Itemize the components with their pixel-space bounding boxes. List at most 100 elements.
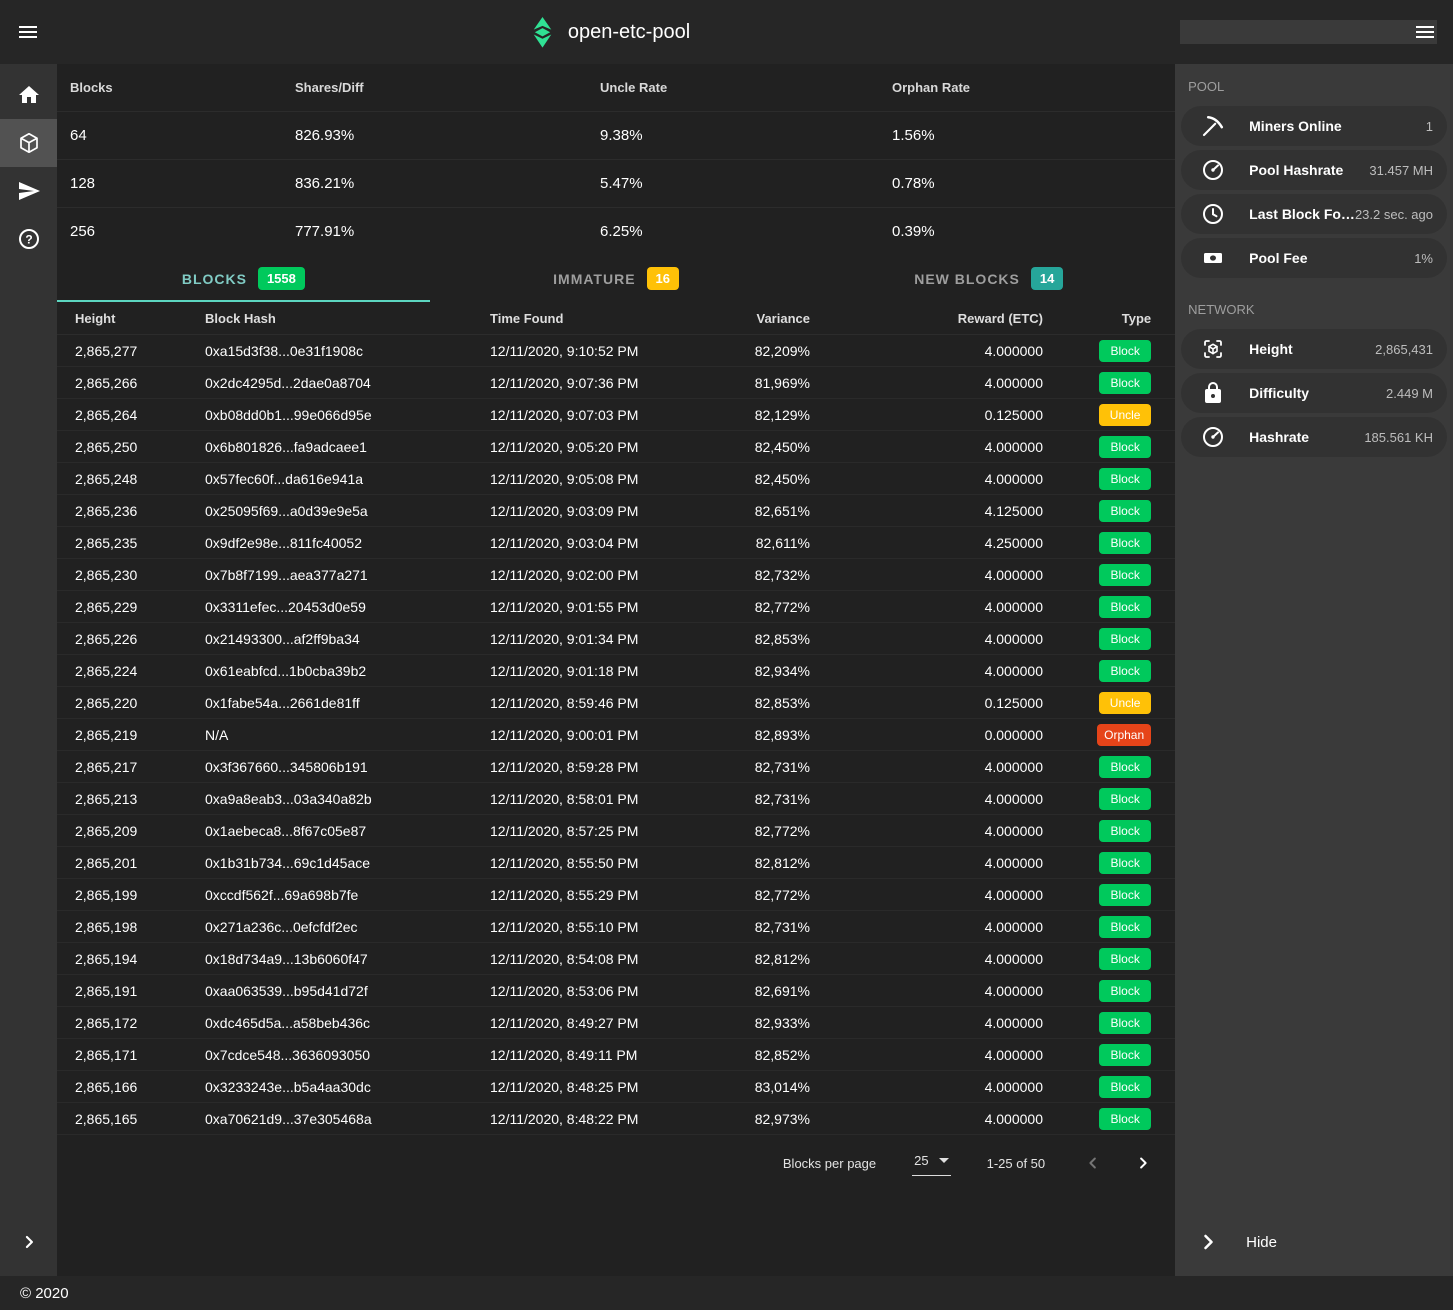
block-row: 2,865,1710x7cdce548...363609305012/11/20…	[57, 1039, 1175, 1071]
stats-row: 256777.91%6.25%0.39%	[57, 208, 1175, 255]
block-type-chip: Block	[1099, 980, 1151, 1002]
block-variance-cell: 82,812%	[730, 855, 810, 871]
menu-hamburger-left-icon[interactable]	[16, 20, 40, 44]
block-type-chip: Block	[1099, 820, 1151, 842]
block-reward-cell: 4.000000	[810, 919, 1043, 935]
block-variance-cell: 82,812%	[730, 951, 810, 967]
block-variance-cell: 82,732%	[730, 567, 810, 583]
chevron-left-icon	[1084, 1154, 1102, 1172]
block-variance-cell: 82,852%	[730, 1047, 810, 1063]
block-type-chip: Block	[1099, 372, 1151, 394]
rail-expand-button[interactable]	[0, 1218, 57, 1266]
left-nav-rail: ?	[0, 64, 57, 1276]
tab-immature[interactable]: IMMATURE 16	[430, 255, 803, 302]
sidebar-item-home[interactable]	[0, 71, 57, 119]
stats-side-panel: POOL Miners Online 1 Pool Hashrate 31.45…	[1175, 64, 1453, 1276]
block-variance-cell: 82,772%	[730, 599, 810, 615]
chevron-down-icon	[939, 1158, 949, 1163]
block-variance-cell: 81,969%	[730, 375, 810, 391]
block-type-chip: Block	[1099, 756, 1151, 778]
block-time-cell: 12/11/2020, 9:05:08 PM	[490, 471, 730, 487]
block-height-cell: 2,865,172	[75, 1015, 205, 1031]
block-height-cell: 2,865,201	[75, 855, 205, 871]
tab-new-blocks[interactable]: NEW BLOCKS 14	[802, 255, 1175, 302]
block-time-cell: 12/11/2020, 9:10:52 PM	[490, 343, 730, 359]
pool-last-block-item: Last Block Fo… 23.2 sec. ago	[1181, 194, 1447, 234]
prev-page-button[interactable]	[1081, 1151, 1105, 1175]
block-height-cell: 2,865,165	[75, 1111, 205, 1127]
stats-cell-blocks: 128	[70, 175, 295, 192]
chevron-right-icon	[19, 1232, 39, 1252]
block-type-chip: Block	[1099, 468, 1151, 490]
block-hash-cell: 0x1fabe54a...2661de81ff	[205, 695, 490, 711]
block-row: 2,865,1910xaa063539...b95d41d72f12/11/20…	[57, 975, 1175, 1007]
network-item-value: 2.449 M	[1386, 386, 1433, 401]
block-variance-cell: 82,731%	[730, 919, 810, 935]
block-row: 2,865,1660x3233243e...b5a4aa30dc12/11/20…	[57, 1071, 1175, 1103]
sidebar-item-help[interactable]: ?	[0, 215, 57, 263]
header-branding: open-etc-pool	[40, 17, 1180, 48]
block-time-cell: 12/11/2020, 8:55:29 PM	[490, 887, 730, 903]
block-type-chip: Block	[1099, 916, 1151, 938]
stats-cell-orphan_rate: 0.39%	[892, 223, 1162, 240]
pool-item-label: Pool Fee	[1249, 250, 1307, 266]
sidebar-item-payments[interactable]	[0, 167, 57, 215]
pool-section-label: POOL	[1175, 64, 1453, 106]
block-variance-cell: 83,014%	[730, 1079, 810, 1095]
block-type-cell: Block	[1043, 948, 1157, 970]
block-type-chip: Block	[1099, 532, 1151, 554]
block-reward-cell: 4.000000	[810, 599, 1043, 615]
gauge-icon	[1201, 158, 1225, 182]
pickaxe-icon	[1201, 114, 1225, 138]
block-type-chip: Block	[1099, 884, 1151, 906]
block-type-cell: Block	[1043, 660, 1157, 682]
block-row: 2,865,2360x25095f69...a0d39e9e5a12/11/20…	[57, 495, 1175, 527]
block-time-cell: 12/11/2020, 8:49:27 PM	[490, 1015, 730, 1031]
block-type-cell: Block	[1043, 340, 1157, 362]
network-item-value: 2,865,431	[1375, 342, 1433, 357]
tab-blocks[interactable]: BLOCKS 1558	[57, 255, 430, 302]
app-root: open-etc-pool	[0, 0, 1453, 1310]
stats-row: 128836.21%5.47%0.78%	[57, 160, 1175, 208]
block-row: 2,865,2480x57fec60f...da616e941a12/11/20…	[57, 463, 1175, 495]
block-row: 2,865,1940x18d734a9...13b6060f4712/11/20…	[57, 943, 1175, 975]
next-page-button[interactable]	[1131, 1151, 1155, 1175]
block-variance-cell: 82,893%	[730, 727, 810, 743]
block-hash-cell: 0x2dc4295d...2dae0a8704	[205, 375, 490, 391]
block-height-cell: 2,865,277	[75, 343, 205, 359]
block-type-chip: Block	[1099, 1108, 1151, 1130]
block-type-chip: Block	[1099, 788, 1151, 810]
block-row: 2,865,2500x6b801826...fa9adcaee112/11/20…	[57, 431, 1175, 463]
chevron-right-icon	[1134, 1154, 1152, 1172]
block-reward-cell: 4.000000	[810, 439, 1043, 455]
hide-panel-button[interactable]: Hide	[1175, 1218, 1453, 1266]
network-item-label: Difficulty	[1249, 385, 1309, 401]
tab-blocks-count-badge: 1558	[258, 267, 305, 290]
pool-hashrate-item: Pool Hashrate 31.457 MH	[1181, 150, 1447, 190]
block-type-cell: Uncle	[1043, 404, 1157, 426]
block-hash-cell: 0xa9a8eab3...03a340a82b	[205, 791, 490, 807]
hide-panel-label: Hide	[1246, 1234, 1277, 1251]
block-reward-cell: 4.000000	[810, 1111, 1043, 1127]
sidebar-item-blocks[interactable]	[0, 119, 57, 167]
block-variance-cell: 82,853%	[730, 631, 810, 647]
block-variance-cell: 82,651%	[730, 503, 810, 519]
stats-header-orphan-rate: Orphan Rate	[892, 80, 1162, 95]
block-time-cell: 12/11/2020, 8:54:08 PM	[490, 951, 730, 967]
block-row: 2,865,2090x1aebeca8...8f67c05e8712/11/20…	[57, 815, 1175, 847]
tab-new-blocks-count-badge: 14	[1031, 267, 1063, 290]
block-hash-cell: 0x25095f69...a0d39e9e5a	[205, 503, 490, 519]
block-hash-cell: 0xa70621d9...37e305468a	[205, 1111, 490, 1127]
block-type-cell: Block	[1043, 564, 1157, 586]
stats-header-row: Blocks Shares/Diff Uncle Rate Orphan Rat…	[57, 64, 1175, 112]
block-height-cell: 2,865,191	[75, 983, 205, 999]
block-height-cell: 2,865,209	[75, 823, 205, 839]
block-height-cell: 2,865,224	[75, 663, 205, 679]
menu-hamburger-right-icon[interactable]	[1180, 20, 1437, 44]
block-hash-cell: 0x9df2e98e...811fc40052	[205, 535, 490, 551]
block-reward-cell: 4.000000	[810, 1047, 1043, 1063]
footer: © 2020	[0, 1276, 1453, 1310]
page-size-select[interactable]: 25	[912, 1151, 950, 1176]
block-reward-cell: 4.250000	[810, 535, 1043, 551]
block-variance-cell: 82,129%	[730, 407, 810, 423]
